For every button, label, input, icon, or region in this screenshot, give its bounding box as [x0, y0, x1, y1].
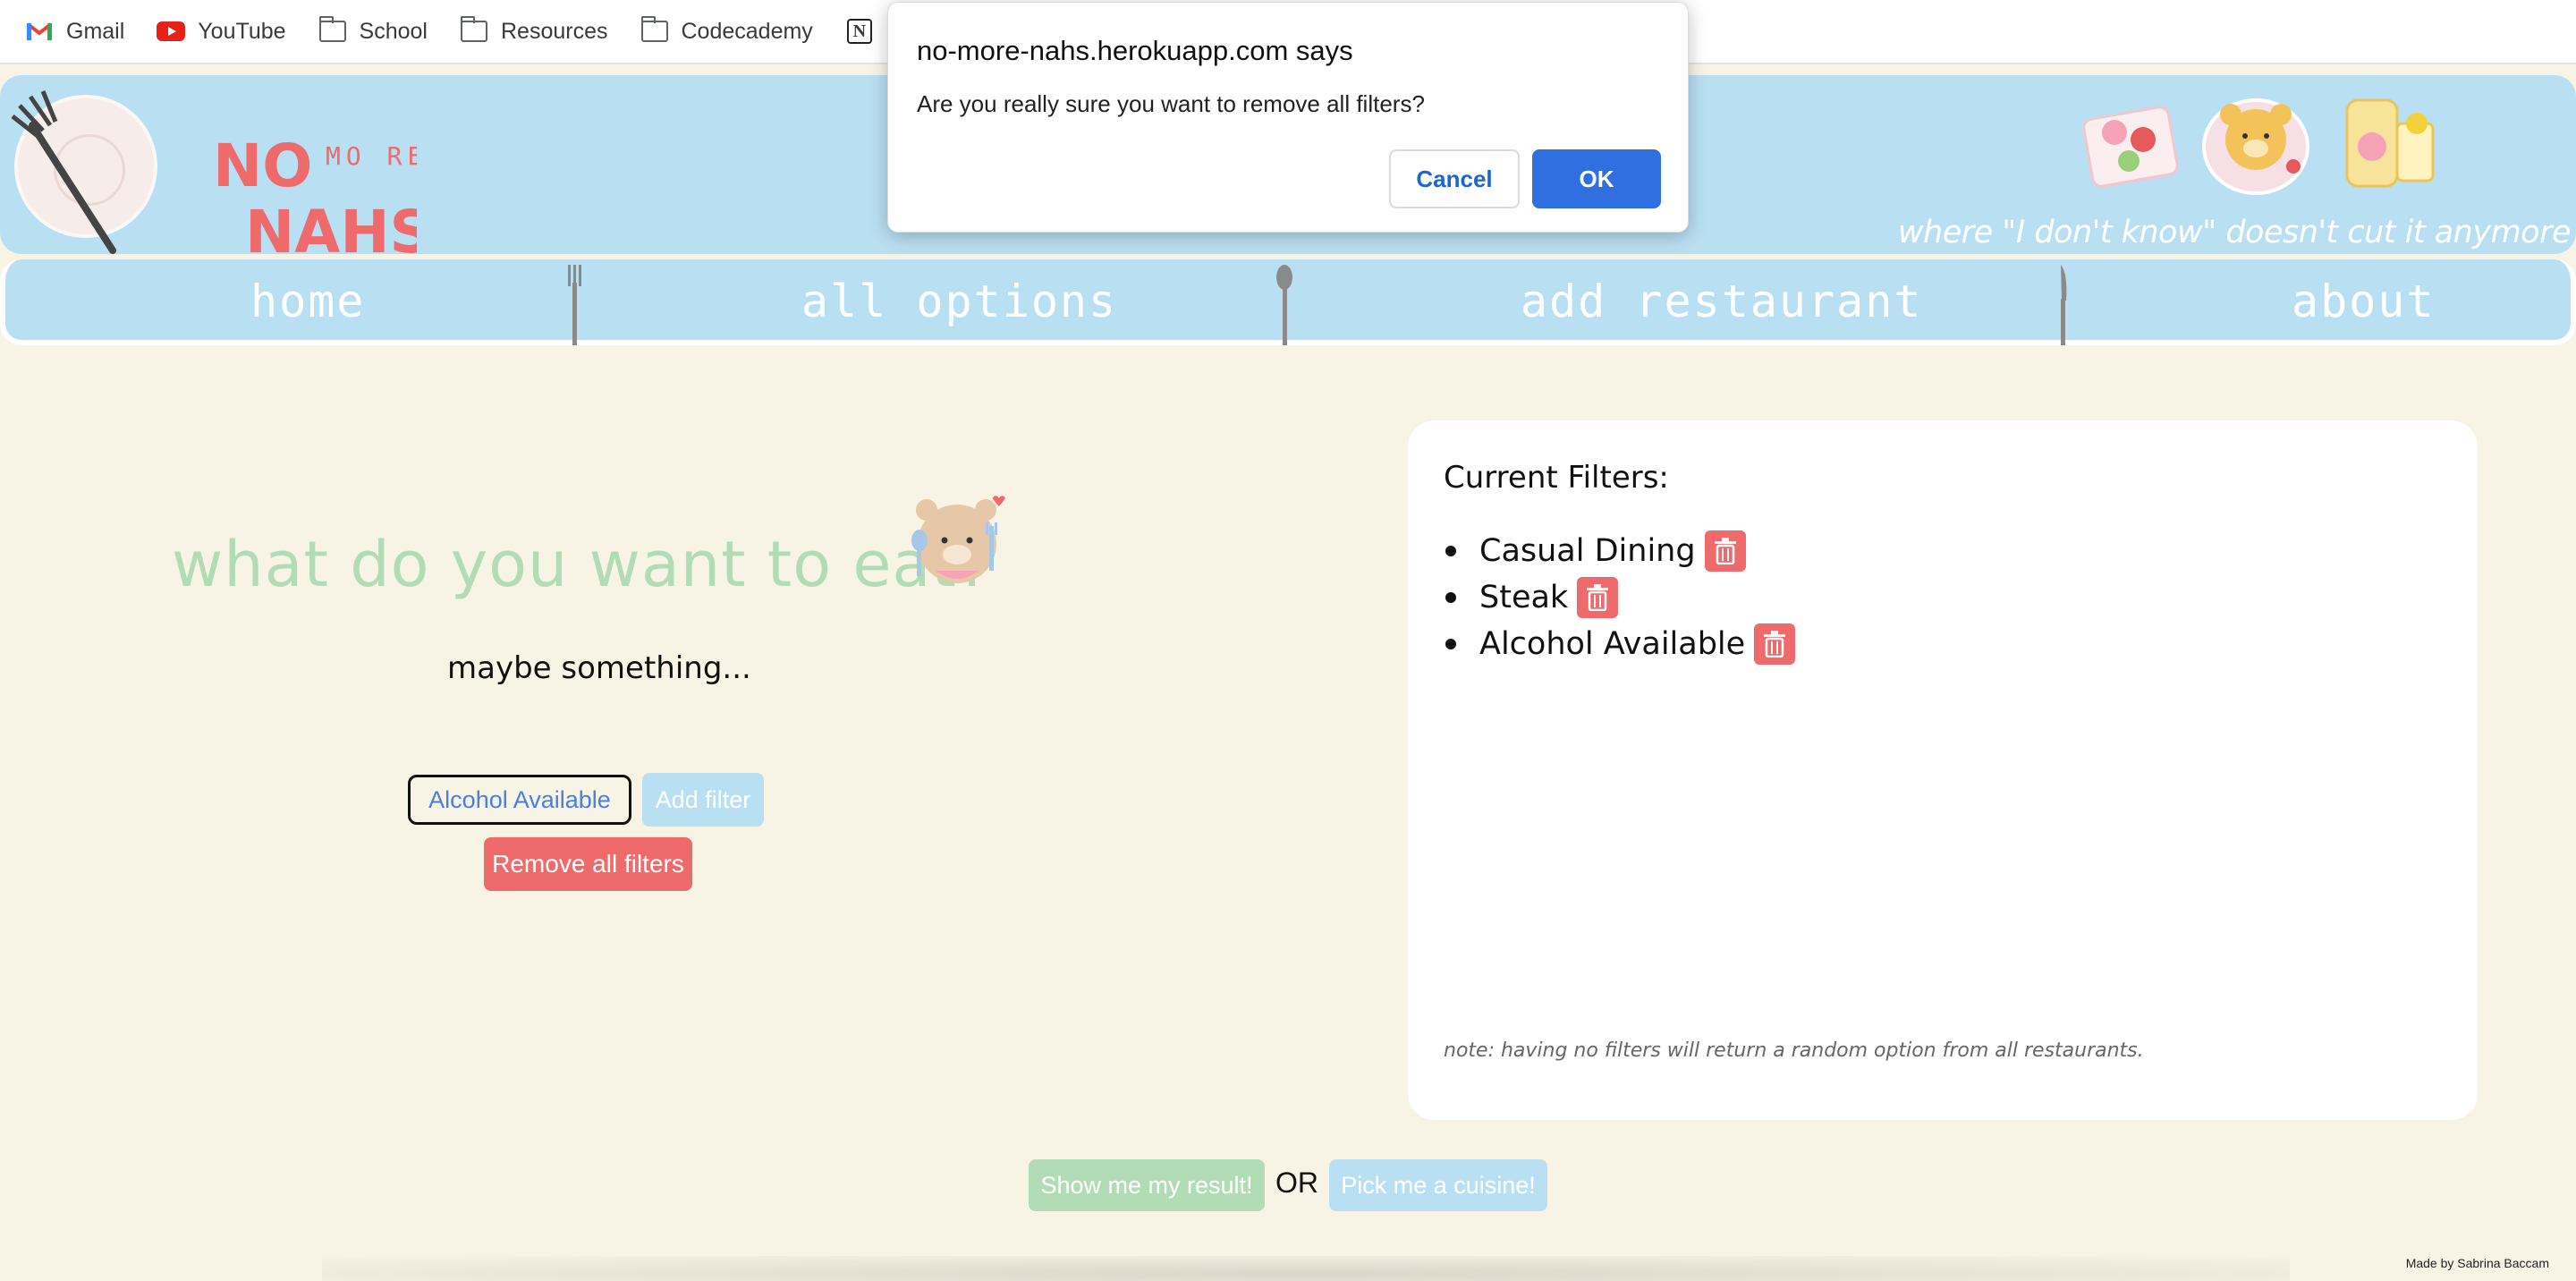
filter-select[interactable]: Alcohol Available: [408, 775, 631, 825]
filter-label: Casual Dining: [1479, 533, 1696, 569]
folder-icon: [640, 16, 669, 46]
bookmark-gmail[interactable]: Gmail: [25, 17, 124, 46]
filters-title: Current Filters:: [1444, 460, 1669, 496]
add-filter-button[interactable]: Add filter: [642, 773, 764, 827]
filters-note: note: having no filters will return a ra…: [1444, 1039, 2144, 1062]
site-tagline: where "I don't know" doesn't cut it anym…: [1897, 215, 2572, 250]
svg-text:NAHS: NAHS: [245, 198, 417, 263]
list-item: Casual Dining: [1445, 528, 1795, 574]
knife-divider-icon: [2061, 265, 2067, 345]
nav-home[interactable]: home: [250, 276, 365, 327]
notion-icon: N: [845, 17, 874, 46]
svg-text:MO RE: MO RE: [326, 141, 417, 171]
current-filters-card: Current Filters: Casual Dining Steak Alc…: [1408, 420, 2478, 1120]
bear-mascot-icon: [911, 496, 1005, 583]
site-logo[interactable]: NO MO RE NAHS: [211, 111, 417, 263]
drink-image: [2345, 98, 2435, 188]
bookmark-label: Codecademy: [681, 18, 813, 44]
delete-filter-button[interactable]: [1577, 577, 1619, 618]
bookmark-label: Gmail: [66, 18, 125, 44]
svg-text:NO: NO: [213, 131, 312, 200]
bookmark-codecademy[interactable]: Codecademy: [640, 16, 813, 46]
list-item: Alcohol Available: [1445, 621, 1796, 667]
delete-filter-button[interactable]: [1754, 624, 1796, 665]
footer-credit: Made by Sabrina Baccam: [2405, 1256, 2549, 1270]
confirm-dialog: no-more-nahs.herokuapp.com says Are you …: [887, 2, 1689, 233]
filter-list: Casual Dining Steak Alcohol Available: [1445, 528, 1796, 667]
bookmark-youtube[interactable]: YouTube: [157, 17, 286, 46]
youtube-icon: [157, 17, 186, 46]
plate-logo-image: [11, 90, 157, 254]
fork-icon: [11, 90, 116, 254]
dialog-title: no-more-nahs.herokuapp.com says: [917, 35, 1353, 66]
main-nav: home all options add restaurant about: [0, 259, 2576, 345]
bookmark-resources[interactable]: Resources: [460, 16, 608, 46]
or-separator: OR: [1275, 1166, 1318, 1199]
dialog-message: Are you really sure you want to remove a…: [917, 90, 1425, 117]
show-result-button[interactable]: Show me my result!: [1029, 1159, 1265, 1211]
delete-filter-button[interactable]: [1704, 530, 1746, 572]
sandwich-image: [2082, 106, 2179, 188]
fork-divider-icon: [568, 265, 581, 345]
bookmark-label: YouTube: [198, 18, 286, 44]
nav-all-options[interactable]: all options: [801, 276, 1117, 327]
trash-icon: [1714, 538, 1736, 564]
subtitle-text: maybe something...: [447, 650, 751, 686]
trash-icon: [1764, 631, 1786, 657]
page-question: what do you want to eat?: [172, 528, 991, 601]
folder-icon: [460, 16, 488, 46]
bookmark-school[interactable]: School: [318, 16, 428, 46]
dialog-cancel-button[interactable]: Cancel: [1389, 149, 1520, 208]
remove-all-filters-button[interactable]: Remove all filters: [484, 837, 692, 891]
dialog-ok-button[interactable]: OK: [1532, 149, 1661, 208]
footer-shadow: [322, 1256, 2290, 1281]
folder-icon: [318, 16, 347, 46]
filter-label: Alcohol Available: [1479, 626, 1746, 662]
nav-add-restaurant[interactable]: add restaurant: [1521, 276, 1922, 327]
gmail-icon: [25, 17, 54, 46]
nav-about[interactable]: about: [2292, 276, 2436, 327]
spoon-divider-icon: [1276, 265, 1292, 345]
list-item: Steak: [1445, 574, 1795, 621]
trash-icon: [1587, 584, 1609, 611]
bookmark-label: School: [359, 18, 428, 44]
filter-label: Steak: [1479, 580, 1569, 615]
bookmark-label: Resources: [501, 18, 608, 44]
bear-plate-image: [2202, 98, 2309, 195]
pick-cuisine-button[interactable]: Pick me a cuisine!: [1329, 1159, 1547, 1211]
